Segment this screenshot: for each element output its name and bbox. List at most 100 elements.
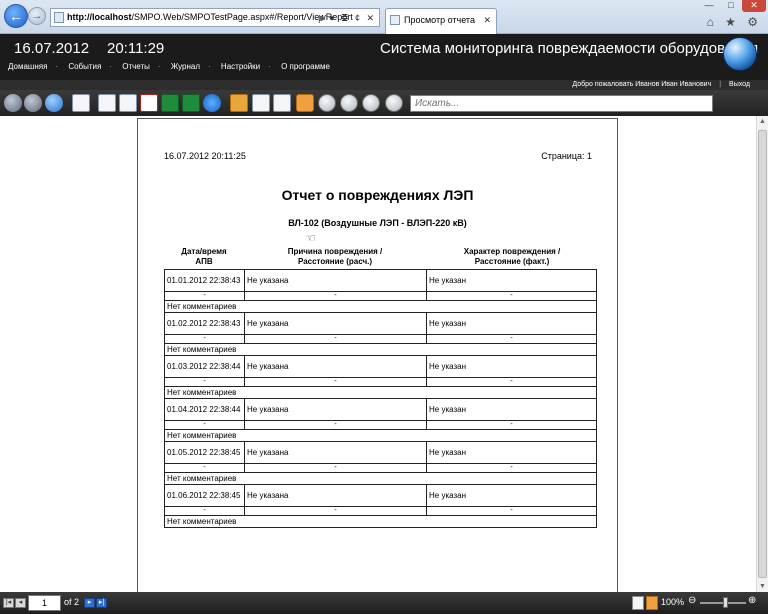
home-favorites-tools-icons[interactable]: ⌂ ★ ⚙	[707, 15, 762, 29]
cell-comment: Нет комментариев	[164, 429, 597, 442]
tab-close-icon[interactable]: ✕	[483, 9, 491, 31]
report-table: 01.01.2012 22:38:43 Не указана Не указан - -…	[164, 269, 597, 528]
last-page-button[interactable]: ▸|	[96, 598, 107, 608]
cell-distance-fact: -	[426, 463, 597, 473]
cell-cause: Не указана	[244, 312, 427, 335]
cell-distance-fact: -	[426, 291, 597, 301]
cell-comment: Нет комментариев	[164, 515, 597, 528]
cell-distance-fact: -	[426, 420, 597, 430]
first-page-button[interactable]: |◂	[3, 598, 14, 608]
report-viewer[interactable]: 16.07.2012 20:11:25 Страница: 1 Отчет о …	[0, 116, 756, 592]
scroll-down-icon[interactable]: ▼	[759, 583, 766, 590]
column-header-cause: Причина повреждения / Расстояние (расч.)	[287, 247, 383, 266]
table-row: 01.06.2012 22:38:45 Не указана Не указан	[164, 484, 597, 507]
scroll-up-icon[interactable]: ▲	[759, 118, 766, 125]
table-row: 01.02.2012 22:38:43 Не указана Не указан	[164, 312, 597, 335]
export-html-icon[interactable]	[203, 94, 221, 112]
report-subtitle: ВЛ-102 (Воздушные ЛЭП - ВЛЭП-220 кВ)	[288, 218, 467, 228]
browser-tab[interactable]: Просмотр отчета ✕	[385, 8, 497, 34]
address-bar[interactable]: http://localhost/SMPO.Web/SMPOTestPage.a…	[50, 8, 380, 27]
next-page-button[interactable]: ▸	[84, 598, 95, 608]
zoom-in-icon[interactable]	[340, 94, 358, 112]
zoom-out-icon[interactable]	[318, 94, 336, 112]
export-excel-alt-icon[interactable]	[182, 94, 200, 112]
export-xps-icon[interactable]	[119, 94, 137, 112]
nav-settings[interactable]: Настройки	[221, 62, 260, 71]
window-maximize-button[interactable]: □	[720, 0, 742, 12]
zoom-100-icon[interactable]	[230, 94, 248, 112]
vertical-scrollbar[interactable]: ▲ ▼	[756, 116, 768, 592]
report-title: Отчет о повреждениях ЛЭП	[281, 187, 474, 203]
cell-cause: Не указана	[244, 269, 427, 292]
cell-apv: -	[164, 463, 245, 473]
cell-nature: Не указан	[426, 441, 597, 464]
export-doc-icon[interactable]	[98, 94, 116, 112]
logout-link[interactable]: Выход	[729, 81, 750, 88]
nav-reports[interactable]: Отчеты	[122, 62, 150, 71]
header-date: 16.07.2012	[14, 40, 90, 57]
cell-apv: -	[164, 506, 245, 516]
app-header: 16.07.2012 20:11:29 Система мониторинга …	[0, 34, 768, 80]
window-close-button[interactable]: ✕	[742, 0, 766, 12]
zoom-level: 100%	[661, 597, 685, 607]
cell-comment: Нет комментариев	[164, 300, 597, 313]
refresh-icon[interactable]	[45, 94, 63, 112]
hand-tool-icon[interactable]	[296, 94, 314, 112]
print-icon[interactable]	[72, 94, 90, 112]
table-row-comment: Нет комментариев	[164, 472, 597, 485]
nav-home[interactable]: Домашняя	[8, 62, 47, 71]
multi-page-view-icon[interactable]	[646, 596, 658, 610]
page-count: of 2	[64, 597, 80, 607]
report-search-input[interactable]	[410, 95, 713, 112]
cell-cause: Не указана	[244, 441, 427, 464]
zoom-minus-icon[interactable]: ⊖	[688, 595, 696, 606]
page-number-input[interactable]	[28, 595, 61, 611]
zoom-slider-thumb[interactable]	[723, 597, 728, 608]
table-row-comment: Нет комментариев	[164, 386, 597, 399]
table-row-distances: ---	[164, 291, 597, 301]
cell-comment: Нет комментариев	[164, 386, 597, 399]
report-page-number: Страница: 1	[541, 151, 592, 161]
table-row-comment: Нет комментариев	[164, 343, 597, 356]
forward-button[interactable]: →	[28, 7, 46, 25]
nav-events[interactable]: События	[68, 62, 101, 71]
table-row-distances: ---	[164, 334, 597, 344]
welcome-area: Добро пожаловать Иванов Иван Иванович | Вы…	[572, 81, 750, 88]
cell-apv: -	[164, 377, 245, 387]
cell-apv: -	[164, 420, 245, 430]
address-tools-icons[interactable]: ρ ▾ ≣ ¢ ✕	[318, 10, 376, 26]
report-print-date: 16.07.2012 20:11:25	[164, 151, 246, 161]
zoom-tool-icon[interactable]	[362, 94, 380, 112]
single-page-view-icon[interactable]	[632, 596, 644, 610]
prev-page-button[interactable]: ◂	[15, 598, 26, 608]
table-row-comment: Нет комментариев	[164, 429, 597, 442]
table-row-comment: Нет комментариев	[164, 515, 597, 528]
scrollbar-thumb[interactable]	[758, 130, 767, 578]
forward-icon[interactable]	[24, 94, 42, 112]
zoom-plus-icon[interactable]: ⊕	[748, 595, 756, 606]
report-statusbar: |◂ ◂ of 2 ▸ ▸| 100% ⊖ ⊕	[0, 592, 768, 614]
cell-datetime: 01.06.2012 22:38:45	[164, 484, 245, 507]
back-icon[interactable]	[4, 94, 22, 112]
export-pdf-icon[interactable]	[140, 94, 158, 112]
cell-distance-calc: -	[244, 377, 427, 387]
single-page-icon[interactable]	[252, 94, 270, 112]
report-page: 16.07.2012 20:11:25 Страница: 1 Отчет о …	[137, 118, 618, 592]
nav-journal[interactable]: Журнал	[171, 62, 200, 71]
cell-distance-fact: -	[426, 334, 597, 344]
header-time: 20:11:29	[107, 40, 165, 57]
table-row-distances: ---	[164, 377, 597, 387]
table-row-comment: Нет комментариев	[164, 300, 597, 313]
back-button[interactable]: ←	[4, 4, 28, 28]
nav-about[interactable]: О программе	[281, 62, 330, 71]
zoom-fit-icon[interactable]	[385, 94, 403, 112]
cell-distance-calc: -	[244, 334, 427, 344]
cell-apv: -	[164, 291, 245, 301]
cell-datetime: 01.01.2012 22:38:43	[164, 269, 245, 292]
export-excel-icon[interactable]	[161, 94, 179, 112]
window-minimize-button[interactable]: —	[698, 0, 720, 12]
table-row: 01.03.2012 22:38:44 Не указана Не указан	[164, 355, 597, 378]
tab-page-icon	[390, 15, 400, 25]
multi-page-icon[interactable]	[273, 94, 291, 112]
page-icon	[54, 12, 64, 23]
